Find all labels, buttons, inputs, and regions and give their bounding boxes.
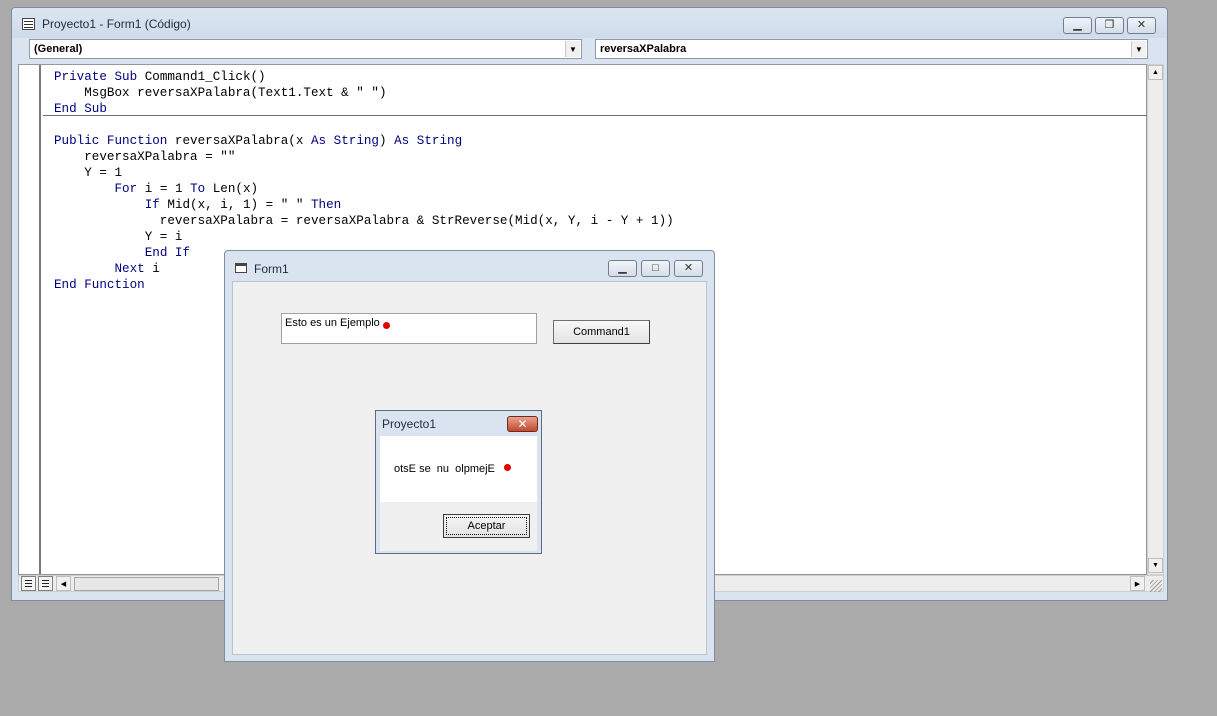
code-keyword: End Sub [54, 102, 107, 116]
command1-button[interactable]: Command1 [553, 320, 650, 344]
form-close-button[interactable]: ✕ [674, 260, 703, 277]
code-line[interactable]: reversaXPalabra = reversaXPalabra & StrR… [54, 213, 674, 229]
resize-grip-icon[interactable] [1150, 580, 1162, 592]
form1-title: Form1 [254, 262, 289, 276]
procedure-combo[interactable]: reversaXPalabra ▼ [595, 39, 1148, 59]
code-window-titlebar[interactable]: Proyecto1 - Form1 (Código) ▁ ❐ ✕ [12, 8, 1167, 38]
object-combo[interactable]: (General) ▼ [29, 39, 582, 59]
aceptar-button[interactable]: Aceptar [443, 514, 530, 538]
msgbox-body: otsE se nu olpmejE [380, 436, 537, 502]
msgbox-title: Proyecto1 [382, 417, 437, 431]
code-keyword: End If [144, 246, 191, 260]
code-token: Y = i [54, 230, 183, 244]
full-module-view-button[interactable] [38, 576, 53, 591]
code-line[interactable]: MsgBox reversaXPalabra(Text1.Text & " ") [54, 85, 674, 101]
code-line[interactable]: If Mid(x, i, 1) = " " Then [54, 197, 674, 213]
arrow-down-icon: ▼ [1152, 562, 1159, 569]
arrow-up-icon: ▲ [1152, 69, 1159, 76]
scroll-up-button[interactable]: ▲ [1148, 65, 1163, 80]
code-token: reversaXPalabra = "" [54, 150, 236, 164]
arrow-right-icon: ▶ [1134, 580, 1141, 588]
code-token: ) [379, 134, 395, 148]
code-minimize-button[interactable]: ▁ [1063, 17, 1092, 34]
code-maximize-button[interactable]: ❐ [1095, 17, 1124, 34]
code-token: Y = 1 [54, 166, 123, 180]
msgbox-message: otsE se nu olpmejE [394, 463, 495, 475]
red-marker-icon [383, 322, 390, 329]
red-marker-icon [504, 464, 511, 471]
form-window-icon [235, 263, 247, 273]
code-token: Len(x) [205, 182, 259, 196]
minimize-icon: ▁ [618, 262, 627, 274]
code-line[interactable]: reversaXPalabra = "" [54, 149, 674, 165]
form-minimize-button[interactable]: ▁ [608, 260, 637, 277]
msgbox-footer: Aceptar [380, 502, 537, 551]
code-token: i = 1 [137, 182, 191, 196]
scroll-left-button[interactable]: ◀ [56, 576, 71, 591]
code-keyword: If [144, 198, 160, 212]
procedure-view-button[interactable] [21, 576, 36, 591]
code-line[interactable]: Y = 1 [54, 165, 674, 181]
msgbox-close-button[interactable]: ✕ [507, 416, 538, 432]
code-keyword: Next [114, 262, 145, 276]
code-keyword: To [190, 182, 206, 196]
scroll-right-button[interactable]: ▶ [1130, 576, 1145, 591]
object-combo-value: (General) [34, 43, 83, 55]
code-keyword: Private Sub [54, 70, 138, 84]
code-token: i [144, 262, 160, 276]
vertical-scrollbar[interactable]: ▲ ▼ [1147, 64, 1164, 575]
chevron-down-icon[interactable]: ▼ [1131, 41, 1146, 57]
code-line[interactable] [54, 117, 674, 133]
code-line[interactable]: Private Sub Command1_Click() [54, 69, 674, 85]
code-keyword: For [114, 182, 138, 196]
code-token: reversaXPalabra(x [167, 134, 311, 148]
code-line[interactable]: For i = 1 To Len(x) [54, 181, 674, 197]
code-token: MsgBox reversaXPalabra(Text1.Text & " ") [54, 86, 387, 100]
chevron-down-icon[interactable]: ▼ [565, 41, 580, 57]
code-keyword: Public Function [54, 134, 168, 148]
code-keyword: As String [310, 134, 379, 148]
code-token: Command1_Click() [137, 70, 266, 84]
code-keyword: End Function [54, 278, 145, 292]
code-margin[interactable] [19, 65, 41, 574]
code-keyword: Then [310, 198, 342, 212]
procedure-combo-value: reversaXPalabra [600, 43, 687, 55]
text1-input[interactable]: Esto es un Ejemplo [281, 313, 537, 344]
maximize-icon: □ [652, 262, 659, 274]
code-close-button[interactable]: ✕ [1127, 17, 1156, 34]
code-keyword: As String [394, 134, 463, 148]
close-icon: ✕ [1136, 19, 1147, 31]
code-token: Mid(x, i, 1) = " " [159, 198, 311, 212]
horizontal-scroll-thumb[interactable] [74, 577, 219, 591]
code-window-title: Proyecto1 - Form1 (Código) [42, 17, 191, 31]
code-token: reversaXPalabra = reversaXPalabra & StrR… [54, 214, 674, 228]
text1-value: Esto es un Ejemplo [285, 317, 380, 329]
code-line[interactable]: End Sub [54, 101, 674, 117]
restore-icon: ❐ [1104, 19, 1115, 31]
arrow-left-icon: ◀ [60, 580, 67, 588]
minimize-icon: ▁ [1073, 19, 1082, 31]
scroll-down-button[interactable]: ▼ [1148, 558, 1163, 573]
code-line[interactable]: Public Function reversaXPalabra(x As Str… [54, 133, 674, 149]
close-icon: ✕ [683, 262, 694, 274]
code-line[interactable]: Y = i [54, 229, 674, 245]
close-icon: ✕ [517, 417, 528, 431]
code-window-icon [22, 18, 35, 30]
msgbox-dialog: Proyecto1 ✕ otsE se nu olpmejE Aceptar [375, 410, 542, 554]
form-maximize-button[interactable]: □ [641, 260, 670, 277]
